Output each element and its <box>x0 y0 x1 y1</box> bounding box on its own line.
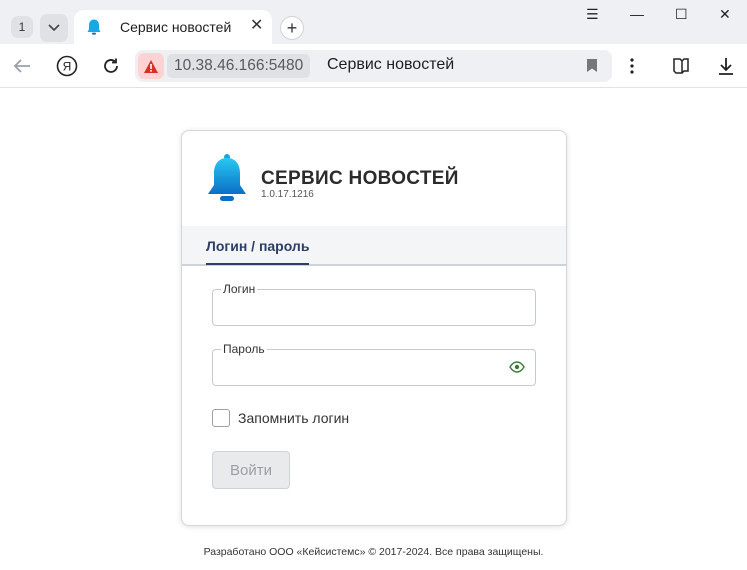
bell-favicon-icon <box>87 19 101 35</box>
app-title: СЕРВИС НОВОСТЕЙ <box>261 168 459 189</box>
yandex-button[interactable]: Я <box>55 54 79 78</box>
yandex-logo-icon: Я <box>56 55 78 77</box>
auth-method-tabs: Логин / пароль <box>182 226 566 266</box>
chevron-down-icon <box>48 24 60 32</box>
address-bar-title: Сервис новостей <box>327 56 455 73</box>
bookmark-icon[interactable] <box>586 58 598 73</box>
more-menu-button[interactable] <box>620 54 644 78</box>
login-field-label: Логин <box>221 282 258 296</box>
browser-toolbar: Я 10.38.46.166:5480 Сервис новостей <box>0 44 747 88</box>
yandex-glyph: Я <box>63 60 72 74</box>
close-window-icon[interactable]: ✕ <box>719 6 731 23</box>
password-input[interactable] <box>221 358 501 378</box>
password-field-label: Пароль <box>221 342 267 356</box>
address-bar[interactable]: 10.38.46.166:5480 Сервис новостей <box>135 50 612 82</box>
tab-login-password[interactable]: Логин / пароль <box>206 238 310 265</box>
app-version: 1.0.17.1216 <box>261 189 314 200</box>
browser-tab-bar: 1 Сервис новостей ✕ + ☰ — ☐ ✕ <box>0 0 747 44</box>
back-button[interactable] <box>10 54 34 78</box>
security-warning-icon[interactable] <box>138 53 164 79</box>
reload-button[interactable] <box>99 54 123 78</box>
url-host[interactable]: 10.38.46.166:5480 <box>167 54 311 78</box>
downloads-button[interactable] <box>714 54 738 78</box>
login-input[interactable] <box>221 298 501 318</box>
tab-list-button[interactable] <box>40 14 68 42</box>
maximize-window-icon[interactable]: ☐ <box>675 6 688 23</box>
remember-login-option[interactable]: Запомнить логин <box>212 409 349 427</box>
footer-copyright: Разработано ООО «Кейсистемс» © 2017-2024… <box>203 546 544 558</box>
reload-icon <box>104 58 118 73</box>
password-field[interactable]: Пароль <box>212 342 536 386</box>
reader-mode-button[interactable] <box>669 54 693 78</box>
more-vertical-icon <box>630 58 634 74</box>
remember-login-checkbox[interactable] <box>212 409 230 427</box>
menu-hamburger-icon[interactable]: ☰ <box>586 6 599 23</box>
tab-count-badge[interactable]: 1 <box>11 16 33 38</box>
minimize-window-icon[interactable]: — <box>630 6 644 22</box>
eye-icon[interactable] <box>509 361 525 373</box>
bell-logo-icon <box>208 154 246 201</box>
login-field[interactable]: Логин <box>212 282 536 326</box>
remember-login-label: Запомнить логин <box>238 410 350 426</box>
login-card: СЕРВИС НОВОСТЕЙ 1.0.17.1216 Логин / паро… <box>181 130 567 526</box>
tab-title: Сервис новостей <box>120 19 232 35</box>
reader-icon <box>673 58 689 74</box>
close-tab-icon[interactable]: ✕ <box>250 18 263 34</box>
download-icon <box>719 58 733 75</box>
login-button[interactable]: Войти <box>212 451 290 489</box>
browser-tab[interactable]: Сервис новостей ✕ <box>74 10 272 44</box>
arrow-left-icon <box>13 59 30 73</box>
new-tab-button[interactable]: + <box>280 16 304 40</box>
